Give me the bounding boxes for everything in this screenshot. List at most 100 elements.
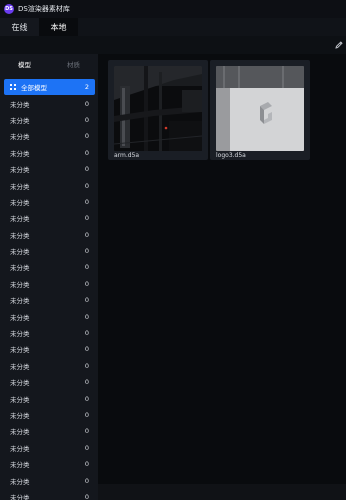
- category-label: 未分类: [10, 428, 30, 437]
- category-count: 0: [84, 214, 89, 223]
- category-item-left: 未分类: [10, 295, 30, 305]
- category-label: 未分类: [10, 166, 30, 175]
- category-item[interactable]: 未分类 0: [4, 374, 95, 390]
- category-count: 0: [84, 329, 89, 338]
- category-item-left: 未分类: [10, 344, 30, 354]
- category-item-left: 未分类: [10, 443, 30, 453]
- category-item[interactable]: 未分类 0: [4, 489, 95, 500]
- category-sidebar: 模型 材质 全部模型 2 未分类 0 未分类 0 未分类 0 未分类 0 未分类 0 未分类 0 未分类 0 未…: [0, 54, 98, 500]
- title-bar: DS DS渲染器素材库: [0, 0, 346, 18]
- category-label: 未分类: [10, 477, 30, 486]
- asset-card-arm[interactable]: arm.d5a: [108, 60, 208, 160]
- category-label: 未分类: [10, 330, 30, 339]
- asset-card-logo3[interactable]: logo3.d5a: [210, 60, 310, 160]
- category-item[interactable]: 未分类 0: [4, 390, 95, 406]
- asset-name: logo3.d5a: [216, 152, 246, 159]
- category-item-left: 未分类: [10, 148, 30, 158]
- category-item[interactable]: 未分类 0: [4, 308, 95, 324]
- category-count: 0: [84, 247, 89, 256]
- category-item[interactable]: 未分类 0: [4, 407, 95, 423]
- category-item[interactable]: 未分类 0: [4, 227, 95, 243]
- category-item[interactable]: 未分类 0: [4, 145, 95, 161]
- pencil-icon[interactable]: [334, 40, 344, 50]
- category-count: 0: [84, 427, 89, 436]
- category-item-all-models[interactable]: 全部模型 2: [4, 79, 95, 96]
- category-count: 0: [84, 148, 89, 157]
- category-count: 0: [84, 263, 89, 272]
- category-item-left: 未分类: [10, 197, 30, 207]
- category-label: 未分类: [10, 379, 30, 388]
- category-item-left: 未分类: [10, 115, 30, 125]
- category-item[interactable]: 未分类 0: [4, 112, 95, 128]
- category-label: 未分类: [10, 444, 30, 453]
- bottom-bar: [98, 484, 346, 500]
- category-label: 未分类: [10, 297, 30, 306]
- category-item-left: 未分类: [10, 410, 30, 420]
- category-item[interactable]: 未分类 0: [4, 177, 95, 193]
- app-logo-icon: DS: [4, 4, 14, 14]
- category-item-left: 未分类: [10, 164, 30, 174]
- category-count: 0: [84, 460, 89, 469]
- category-item-left: 未分类: [10, 230, 30, 240]
- category-label: 未分类: [10, 182, 30, 191]
- category-item[interactable]: 未分类 0: [4, 128, 95, 144]
- category-item-left: 未分类: [10, 394, 30, 404]
- category-label: 未分类: [10, 231, 30, 240]
- category-count: 0: [84, 378, 89, 387]
- category-count: 0: [84, 115, 89, 124]
- category-label: 未分类: [10, 215, 30, 224]
- category-item[interactable]: 未分类 0: [4, 423, 95, 439]
- category-count: 0: [84, 279, 89, 288]
- category-item-left: 全部模型: [10, 82, 47, 92]
- category-item-left: 未分类: [10, 459, 30, 469]
- app-title: DS渲染器素材库: [18, 5, 70, 13]
- category-item-left: 未分类: [10, 99, 30, 109]
- category-label: 未分类: [10, 198, 30, 207]
- category-item[interactable]: 未分类 0: [4, 276, 95, 292]
- category-count: 0: [84, 132, 89, 141]
- category-label: 未分类: [10, 280, 30, 289]
- category-label: 全部模型: [21, 84, 47, 93]
- category-item[interactable]: 未分类 0: [4, 95, 95, 111]
- category-item[interactable]: 未分类 0: [4, 243, 95, 259]
- category-item[interactable]: 未分类 0: [4, 210, 95, 226]
- category-count: 0: [84, 296, 89, 305]
- tab-local[interactable]: 本地: [39, 18, 78, 36]
- category-item[interactable]: 未分类 0: [4, 292, 95, 308]
- category-count: 0: [84, 165, 89, 174]
- category-count: 2: [84, 83, 89, 92]
- category-item[interactable]: 未分类 0: [4, 325, 95, 341]
- category-label: 未分类: [10, 346, 30, 355]
- category-label: 未分类: [10, 133, 30, 142]
- category-item[interactable]: 未分类 0: [4, 472, 95, 488]
- category-item-left: 未分类: [10, 131, 30, 141]
- category-count: 0: [84, 197, 89, 206]
- grid-icon: [10, 84, 16, 90]
- category-item[interactable]: 未分类 0: [4, 259, 95, 275]
- tab-models[interactable]: 模型: [0, 55, 49, 73]
- category-item-left: 未分类: [10, 492, 30, 500]
- category-label: 未分类: [10, 313, 30, 322]
- tab-materials[interactable]: 材质: [49, 55, 98, 73]
- category-label: 未分类: [10, 395, 30, 404]
- category-label: 未分类: [10, 362, 30, 371]
- category-label: 未分类: [10, 493, 30, 500]
- tab-online[interactable]: 在线: [0, 18, 39, 36]
- category-item[interactable]: 未分类 0: [4, 456, 95, 472]
- category-item-left: 未分类: [10, 377, 30, 387]
- category-type-tabs: 模型 材质: [0, 55, 98, 73]
- category-item[interactable]: 未分类 0: [4, 161, 95, 177]
- category-label: 未分类: [10, 461, 30, 470]
- category-item[interactable]: 未分类 0: [4, 194, 95, 210]
- category-item[interactable]: 未分类 0: [4, 358, 95, 374]
- category-label: 未分类: [10, 412, 30, 420]
- category-item-left: 未分类: [10, 361, 30, 371]
- arm-thumbnail-image: [114, 66, 202, 151]
- category-label: 未分类: [10, 100, 30, 109]
- category-item-left: 未分类: [10, 181, 30, 191]
- category-count: 0: [84, 230, 89, 239]
- category-count: 0: [84, 394, 89, 403]
- category-label: 未分类: [10, 248, 30, 257]
- category-item[interactable]: 未分类 0: [4, 341, 95, 357]
- category-item[interactable]: 未分类 0: [4, 440, 95, 456]
